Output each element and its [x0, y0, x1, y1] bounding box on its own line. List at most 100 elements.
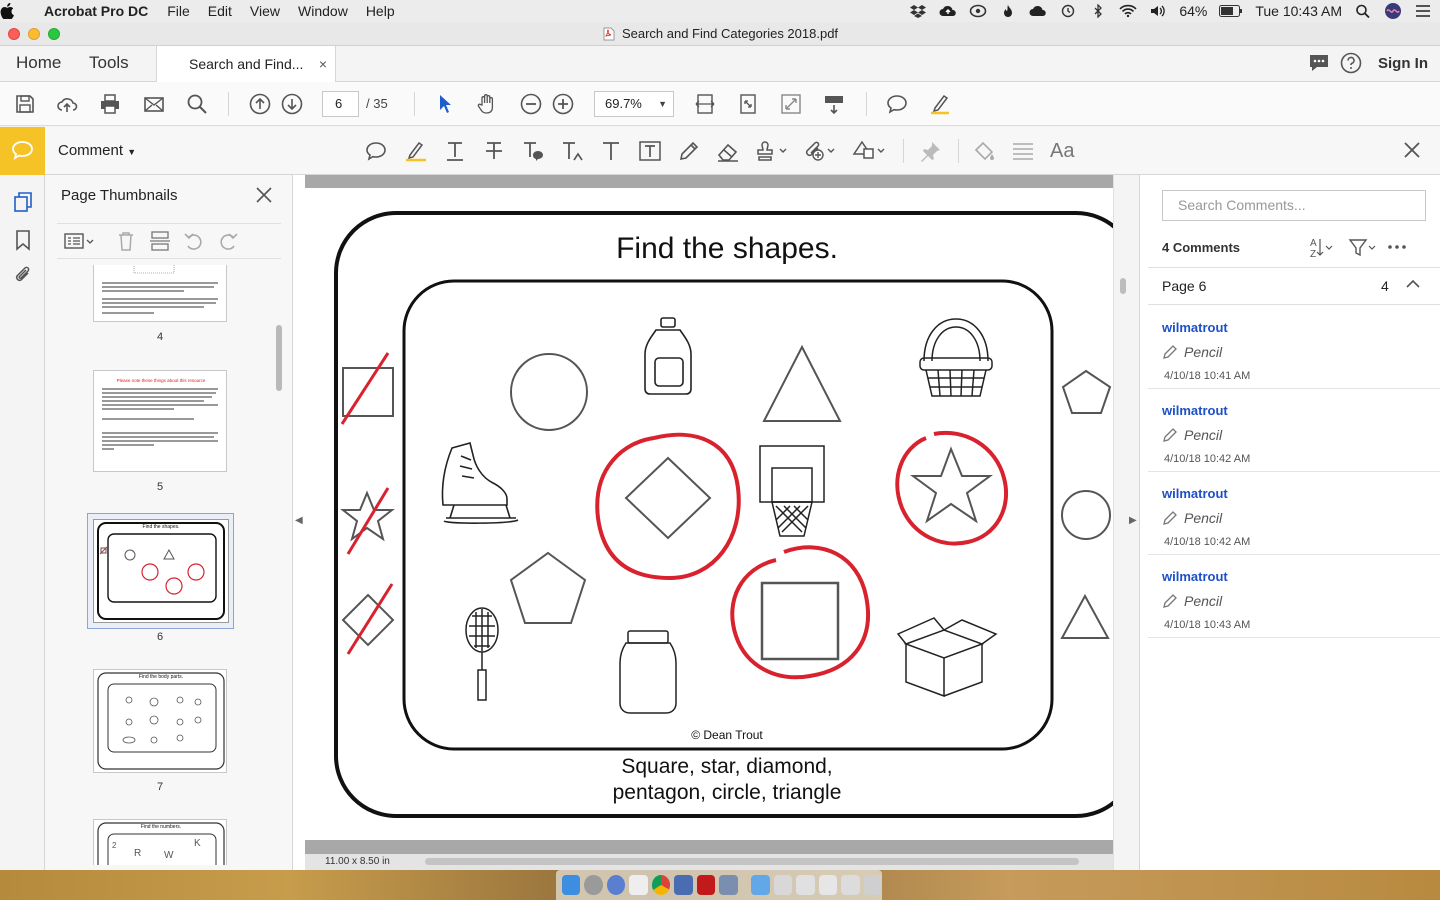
full-screen-icon[interactable] — [780, 93, 802, 115]
close-panel-icon[interactable] — [255, 186, 273, 204]
acrobat-icon[interactable] — [696, 875, 716, 895]
menu-window[interactable]: Window — [289, 3, 357, 19]
wifi-icon[interactable] — [1119, 4, 1137, 18]
fill-color-icon[interactable] — [972, 140, 996, 162]
flame-icon[interactable] — [999, 4, 1017, 18]
chrome-icon[interactable] — [651, 875, 671, 895]
safari-icon[interactable] — [606, 875, 626, 895]
delete-pages-icon[interactable] — [115, 230, 137, 252]
replace-text-icon[interactable] — [521, 140, 545, 162]
battery-icon[interactable] — [1219, 5, 1243, 17]
rotate-counterclockwise-icon[interactable] — [183, 230, 205, 252]
apple-icon[interactable] — [0, 3, 40, 19]
comment-item[interactable]: wilmatrout Pencil 4/10/18 10:41 AM — [1148, 306, 1440, 389]
more-options-icon[interactable] — [1388, 245, 1406, 249]
tab-tools[interactable]: Tools — [89, 46, 129, 82]
page-thumbnail-4[interactable] — [93, 265, 227, 322]
zoom-out-icon[interactable] — [520, 93, 542, 115]
menu-app-name[interactable]: Acrobat Pro DC — [40, 3, 158, 19]
zoom-in-icon[interactable] — [552, 93, 574, 115]
pin-icon[interactable] — [918, 140, 942, 162]
chevron-up-icon[interactable] — [1405, 278, 1421, 290]
filter-icon[interactable] — [1348, 239, 1376, 257]
sign-in-link[interactable]: Sign In — [1378, 55, 1428, 72]
comments-page-group[interactable]: Page 6 4 — [1148, 267, 1440, 305]
select-cursor-icon[interactable] — [434, 93, 456, 115]
page-thumbnails-icon[interactable] — [12, 191, 34, 213]
siri-icon[interactable] — [1384, 2, 1402, 20]
search-comments-input[interactable]: Search Comments... — [1162, 190, 1426, 221]
page-thumbnail-5[interactable]: Please note these things about this reso… — [93, 370, 227, 472]
cloud-icon[interactable] — [1029, 4, 1047, 18]
drawing-tools-icon[interactable] — [852, 140, 886, 162]
calendar-icon[interactable] — [629, 875, 648, 895]
strikethrough-text-icon[interactable] — [482, 140, 506, 162]
finder-icon[interactable] — [562, 875, 581, 895]
comment-item[interactable]: wilmatrout Pencil 4/10/18 10:42 AM — [1148, 389, 1440, 472]
sticky-note-comment-icon[interactable] — [886, 93, 908, 115]
zoom-level-select[interactable]: 69.7% ▼ — [594, 91, 674, 117]
bluetooth-icon[interactable] — [1089, 4, 1107, 18]
scroll-mode-icon[interactable] — [823, 93, 845, 115]
document-stack-icon[interactable] — [773, 875, 793, 895]
hand-tool-icon[interactable] — [476, 93, 498, 115]
thumbnail-options-icon[interactable] — [63, 230, 95, 252]
email-icon[interactable] — [143, 93, 165, 115]
document-stack-icon[interactable] — [818, 875, 838, 895]
window-zoom-button[interactable] — [48, 28, 60, 40]
mail-icon[interactable] — [674, 875, 693, 895]
menu-help[interactable]: Help — [357, 3, 404, 19]
thumbnails-scrollbar[interactable] — [276, 325, 282, 391]
eraser-icon[interactable] — [716, 140, 740, 162]
creative-cloud-icon[interactable] — [969, 4, 987, 18]
dropbox-icon[interactable] — [909, 4, 927, 18]
horizontal-scrollbar[interactable] — [425, 858, 1079, 865]
help-icon[interactable] — [1340, 52, 1362, 74]
fit-width-icon[interactable] — [694, 93, 716, 115]
window-close-button[interactable] — [8, 28, 20, 40]
document-tab[interactable]: Search and Find... × — [156, 46, 336, 83]
menu-view[interactable]: View — [241, 3, 289, 19]
window-minimize-button[interactable] — [28, 28, 40, 40]
menu-file[interactable]: File — [158, 3, 199, 19]
page-number-input[interactable]: 6 — [322, 91, 359, 117]
line-weight-icon[interactable] — [1011, 140, 1035, 162]
trash-icon[interactable] — [863, 875, 883, 895]
collapse-left-panel-icon[interactable]: ◀ — [295, 515, 303, 526]
document-tab-close-button[interactable]: × — [319, 46, 327, 82]
collapse-right-panel-icon[interactable]: ▶ — [1129, 515, 1137, 526]
page-thumbnail-6[interactable]: Find the shapes. — [93, 519, 229, 623]
menu-edit[interactable]: Edit — [199, 3, 241, 19]
previous-page-icon[interactable] — [249, 93, 271, 115]
search-icon[interactable] — [186, 93, 208, 115]
folder-icon[interactable] — [751, 875, 770, 895]
share-comments-icon[interactable] — [1308, 53, 1330, 73]
attach-file-icon[interactable] — [803, 140, 835, 162]
vertical-scrollbar[interactable] — [1120, 278, 1126, 294]
document-stack-icon[interactable] — [796, 875, 815, 895]
page-thumbnail-8[interactable]: R W K 2 Find the numbers. — [93, 819, 227, 865]
text-box-icon[interactable] — [638, 140, 662, 162]
spotlight-search-icon[interactable] — [1354, 4, 1372, 18]
sort-az-icon[interactable]: A Z — [1310, 238, 1333, 259]
comment-item[interactable]: wilmatrout Pencil 4/10/18 10:43 AM — [1148, 555, 1440, 638]
tab-home[interactable]: Home — [16, 46, 61, 82]
cloud-upload-icon[interactable] — [939, 4, 957, 18]
document-stack-icon[interactable] — [841, 875, 860, 895]
font-properties-icon[interactable]: Aa — [1050, 140, 1074, 163]
rotate-clockwise-icon[interactable] — [217, 230, 239, 252]
add-sticky-note-icon[interactable] — [364, 140, 388, 162]
preview-icon[interactable] — [719, 875, 738, 895]
print-icon[interactable] — [99, 93, 121, 115]
volume-icon[interactable] — [1149, 4, 1167, 18]
close-comment-tool-icon[interactable] — [1402, 140, 1422, 160]
stamp-tool-icon[interactable] — [756, 140, 788, 162]
comment-tool-menu[interactable]: Comment ▼ — [58, 142, 136, 159]
insert-text-icon[interactable] — [560, 140, 584, 162]
fit-page-icon[interactable] — [737, 93, 759, 115]
time-machine-icon[interactable] — [1059, 4, 1077, 18]
save-icon[interactable] — [14, 93, 36, 115]
launchpad-icon[interactable] — [584, 875, 603, 895]
menubar-clock[interactable]: Tue 10:43 AM — [1255, 3, 1342, 19]
next-page-icon[interactable] — [281, 93, 303, 115]
